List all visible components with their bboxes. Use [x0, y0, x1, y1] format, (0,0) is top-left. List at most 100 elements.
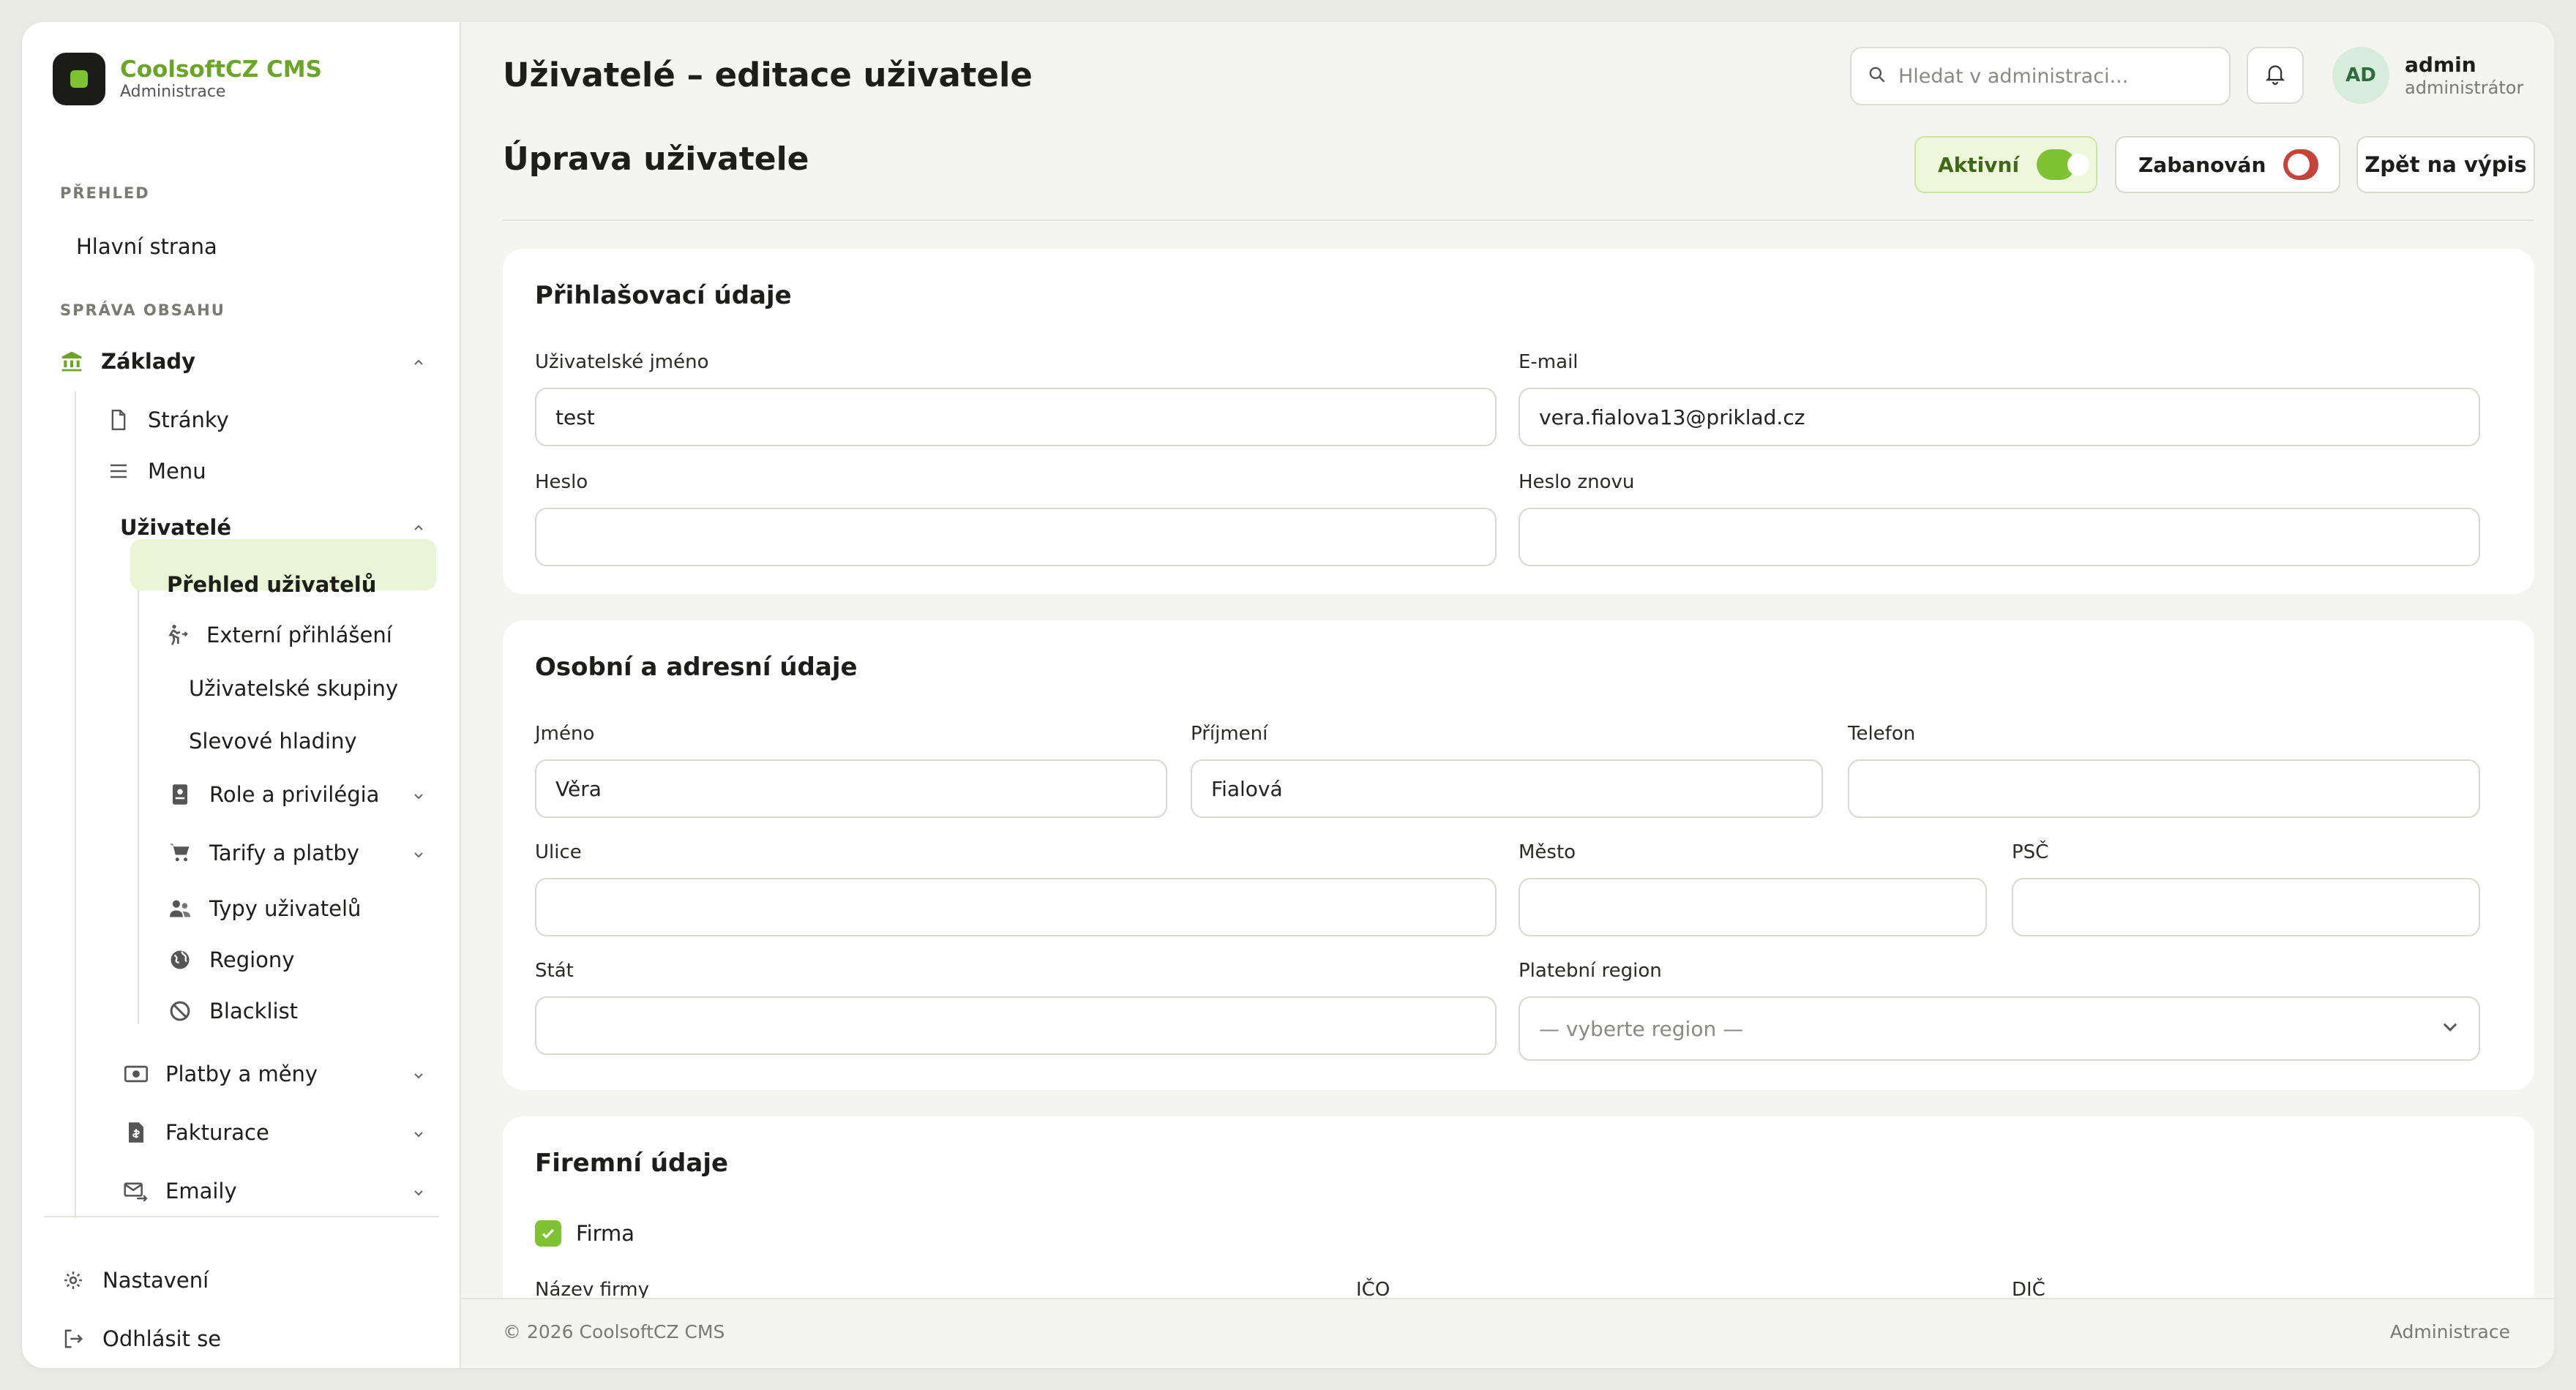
sidebar-item-blacklist[interactable]: Blacklist [167, 998, 298, 1024]
banned-label: Zabanován [2138, 152, 2266, 177]
sidebar: CoolsoftCZ CMS Administrace PŘEHLED Hlav… [22, 22, 461, 1368]
sidebar-item-label: Stránky [148, 407, 229, 432]
sidebar-item-label: Externí přihlášení [206, 623, 392, 647]
username-field[interactable] [535, 388, 1497, 446]
money-icon [123, 1061, 149, 1087]
sidebar-item-label: Tarify a platby [209, 841, 359, 865]
sidebar-item-role[interactable]: Role a privilégia [167, 781, 379, 808]
city-field[interactable] [1519, 878, 1987, 936]
brand-logo-icon [53, 53, 105, 105]
active-switch[interactable] [2037, 149, 2090, 180]
page-title: Uživatelé – editace uživatele [503, 56, 1033, 94]
sidebar-item-slevove-hladiny[interactable]: Slevové hladiny [189, 729, 357, 754]
street-field[interactable] [535, 878, 1497, 936]
chevron-down-icon[interactable] [408, 844, 429, 865]
sidebar-item-label: Uživatelé [120, 515, 231, 540]
sidebar-item-regiony[interactable]: Regiony [167, 947, 294, 973]
sidebar-item-label: Základy [101, 349, 196, 374]
brand-subtitle: Administrace [120, 83, 226, 101]
chevron-down-icon[interactable] [408, 1065, 429, 1086]
sidebar-item-home[interactable]: Hlavní strana [76, 234, 217, 259]
billing-region-label: Platební region [1519, 960, 1662, 982]
sidebar-item-label: Odhlásit se [102, 1326, 222, 1351]
zip-field[interactable] [2012, 878, 2480, 936]
card-title: Přihlašovací údaje [535, 281, 792, 310]
notifications-button[interactable] [2247, 47, 2304, 104]
search-box[interactable] [1850, 47, 2231, 105]
shopping-cart-icon [167, 840, 193, 866]
sidebar-item-fakturace[interactable]: Fakturace [123, 1119, 269, 1146]
active-toggle[interactable]: Aktivní [1914, 136, 2097, 193]
sidebar-item-menu[interactable]: Menu [105, 458, 206, 484]
search-input[interactable] [1898, 64, 2206, 88]
last-name-field[interactable] [1191, 759, 1823, 818]
chevron-down-icon[interactable] [408, 786, 429, 806]
globe-icon [167, 947, 193, 973]
section-title-sprava-obsahu: SPRÁVA OBSAHU [60, 301, 225, 319]
main-content: Uživatelé – editace uživatele AD admin a… [461, 22, 2554, 1368]
sidebar-item-label: Přehled uživatelů [167, 572, 377, 597]
sidebar-item-prehled-uzivatelu[interactable]: Přehled uživatelů [167, 572, 376, 597]
sidebar-item-odhlasit[interactable]: Odhlásit se [60, 1326, 221, 1352]
bell-icon [2265, 63, 2285, 88]
search-icon [1868, 65, 1887, 87]
banned-switch[interactable] [2283, 149, 2318, 180]
billing-region-select[interactable]: — vyberte region — [1519, 996, 2480, 1061]
mail-send-icon [123, 1178, 149, 1204]
sidebar-item-emaily[interactable]: Emaily [123, 1178, 237, 1204]
sidebar-item-stranky[interactable]: Stránky [105, 407, 229, 433]
chevron-up-icon[interactable] [408, 353, 429, 373]
sidebar-item-typy-uzivatelu[interactable]: Typy uživatelů [167, 895, 361, 922]
back-to-list-button[interactable]: Zpět na výpis [2356, 136, 2535, 193]
login-card: Přihlašovací údaje Uživatelské jméno E-m… [503, 249, 2534, 594]
personal-card: Osobní a adresní údaje Jméno Příjmení Te… [503, 620, 2534, 1090]
avatar[interactable]: AD [2332, 47, 2389, 104]
chevron-up-icon[interactable] [408, 518, 429, 538]
email-field[interactable] [1519, 388, 2480, 446]
password-field[interactable] [535, 508, 1497, 566]
brand[interactable]: CoolsoftCZ CMS Administrace [53, 53, 322, 105]
tree-guide-line [138, 556, 139, 1024]
zip-label: PSČ [2012, 841, 2049, 863]
password-repeat-field[interactable] [1519, 508, 2480, 566]
sidebar-item-label: Role a privilégia [209, 782, 380, 807]
sidebar-item-label: Slevové hladiny [189, 729, 357, 754]
section-heading: Úprava uživatele [503, 140, 809, 178]
sidebar-item-label: Blacklist [209, 999, 299, 1023]
last-name-label: Příjmení [1191, 723, 1268, 745]
footer-copyright: © 2026 CoolsoftCZ CMS [503, 1321, 725, 1342]
firma-checkbox[interactable] [535, 1220, 561, 1247]
first-name-field[interactable] [535, 759, 1167, 818]
sidebar-item-label: Nastavení [102, 1268, 209, 1293]
footer: © 2026 CoolsoftCZ CMS Administrace [461, 1298, 2554, 1368]
email-label: E-mail [1519, 351, 1579, 373]
menu-lines-icon [105, 458, 132, 484]
brand-name: CoolsoftCZ CMS [120, 56, 322, 83]
user-role: administrátor [2405, 78, 2524, 98]
sidebar-item-uzivatele[interactable]: Uživatelé [120, 515, 231, 540]
bank-icon [59, 348, 85, 375]
sidebar-item-label: Platby a měny [165, 1062, 318, 1086]
footer-link[interactable]: Administrace [2390, 1321, 2510, 1342]
sidebar-item-externi-prihlaseni[interactable]: Externí přihlášení [164, 622, 392, 648]
sidebar-item-platby-meny[interactable]: Platby a měny [123, 1061, 318, 1087]
country-field[interactable] [535, 996, 1497, 1055]
sidebar-item-label: Fakturace [165, 1120, 269, 1145]
chevron-down-icon [2441, 1017, 2460, 1041]
phone-field[interactable] [1848, 759, 2480, 818]
chevron-down-icon[interactable] [408, 1182, 429, 1203]
header-divider [503, 219, 2534, 221]
sidebar-item-label: Emaily [165, 1179, 237, 1203]
sidebar-item-zaklady[interactable]: Základy [59, 348, 195, 375]
banned-toggle[interactable]: Zabanován [2115, 136, 2340, 193]
sidebar-item-uzivatelske-skupiny[interactable]: Uživatelské skupiny [189, 676, 398, 701]
password-repeat-label: Heslo znovu [1519, 471, 1635, 493]
sidebar-item-tarify[interactable]: Tarify a platby [167, 840, 359, 866]
chevron-down-icon[interactable] [408, 1124, 429, 1144]
file-icon [105, 407, 132, 433]
users-icon [167, 895, 193, 922]
sidebar-item-nastaveni[interactable]: Nastavení [60, 1267, 209, 1293]
sidebar-item-label: Typy uživatelů [209, 896, 362, 921]
app-window: CoolsoftCZ CMS Administrace PŘEHLED Hlav… [22, 22, 2554, 1368]
firma-checkbox-label[interactable]: Firma [576, 1221, 634, 1246]
